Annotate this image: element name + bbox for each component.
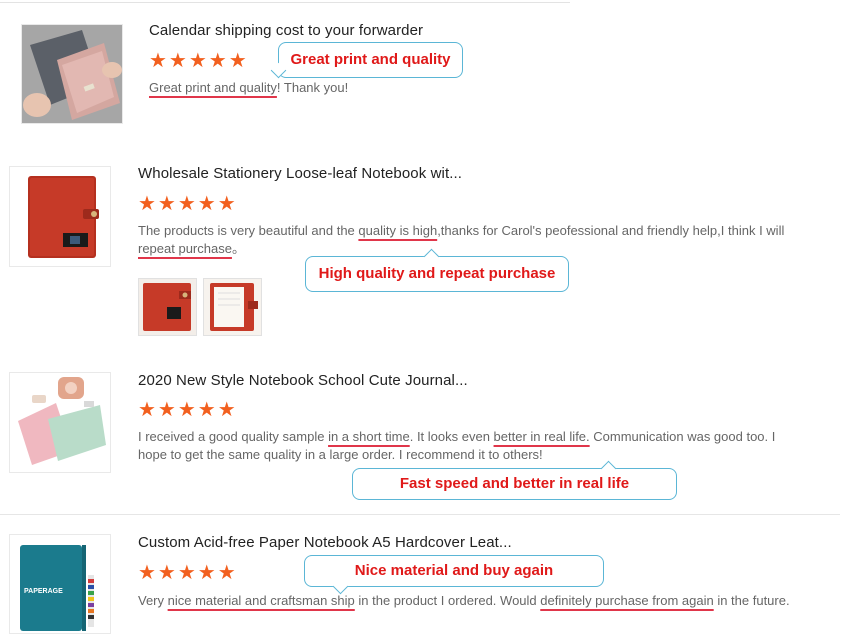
review-text-segment: Very — [138, 593, 168, 608]
rating-stars: ★★★★★ — [138, 193, 238, 215]
review-text-segment: 。 — [231, 241, 245, 256]
review-text-segment: in the product I ordered. Would — [354, 593, 541, 608]
product-thumbnail[interactable] — [21, 24, 123, 124]
review-photo-image — [204, 279, 261, 335]
product-title[interactable]: Custom Acid-free Paper Notebook A5 Hardc… — [138, 534, 512, 551]
highlight-phrase: Great print and quality — [149, 80, 277, 95]
product-image-teal-notebook: PAPERAGE — [10, 535, 110, 633]
cover-brand-text: PAPERAGE — [24, 588, 63, 595]
highlight-phrase: better in real life. — [493, 429, 590, 444]
review-text-segment: . It looks even — [409, 429, 494, 444]
product-thumbnail[interactable]: PAPERAGE — [9, 534, 111, 634]
product-image-cute-journal — [10, 373, 110, 472]
callout-pointer — [270, 62, 287, 79]
review-text-segment: ,thanks for Carol's peofessional and fri… — [437, 223, 785, 238]
top-divider — [0, 2, 570, 3]
review-text: Very nice material and craftsman ship in… — [138, 592, 798, 610]
rating-stars: ★★★★★ — [138, 562, 238, 584]
review-text: The products is very beautiful and the q… — [138, 222, 798, 258]
highlight-callout: Fast speed and better in real life — [352, 460, 677, 500]
review-photo-image — [139, 279, 196, 335]
product-image-notebooks — [22, 25, 122, 123]
callout-label: Great print and quality — [290, 51, 451, 68]
review-text-segment: in the future. — [713, 593, 790, 608]
product-image-red-notebook — [10, 167, 110, 266]
product-title[interactable]: Calendar shipping cost to your forwarder — [149, 22, 423, 39]
rating-stars: ★★★★★ — [149, 50, 249, 72]
product-title[interactable]: Wholesale Stationery Loose-leaf Notebook… — [138, 165, 462, 182]
product-thumbnail[interactable] — [9, 372, 111, 473]
product-title[interactable]: 2020 New Style Notebook School Cute Jour… — [138, 372, 468, 389]
review-text-segment: I received a good quality sample — [138, 429, 329, 444]
review-text: Great print and quality! Thank you! — [149, 79, 569, 97]
product-thumbnail[interactable] — [9, 166, 111, 267]
review-photo[interactable] — [203, 278, 262, 336]
review-text-segment: The products is very beautiful and the — [138, 223, 359, 238]
review-text: I received a good quality sample in a sh… — [138, 428, 788, 464]
highlight-phrase: repeat purchase — [138, 241, 232, 256]
section-divider — [0, 514, 840, 515]
highlight-phrase: definitely purchase from again — [540, 593, 714, 608]
callout-label: High quality and repeat purchase — [318, 265, 556, 282]
highlight-phrase: quality is high — [358, 223, 438, 238]
highlight-phrase: nice material and craftsman ship — [167, 593, 355, 608]
review-photo[interactable] — [138, 278, 197, 336]
highlight-callout: High quality and repeat purchase — [305, 248, 569, 292]
highlight-phrase: in a short time — [328, 429, 410, 444]
callout-label: Nice material and buy again — [354, 562, 554, 579]
review-text-segment: ! Thank you! — [276, 80, 349, 95]
highlight-callout: Nice material and buy again — [304, 555, 604, 595]
rating-stars: ★★★★★ — [138, 399, 238, 421]
callout-label: Fast speed and better in real life — [399, 475, 630, 492]
highlight-callout: Great print and quality — [270, 42, 463, 79]
